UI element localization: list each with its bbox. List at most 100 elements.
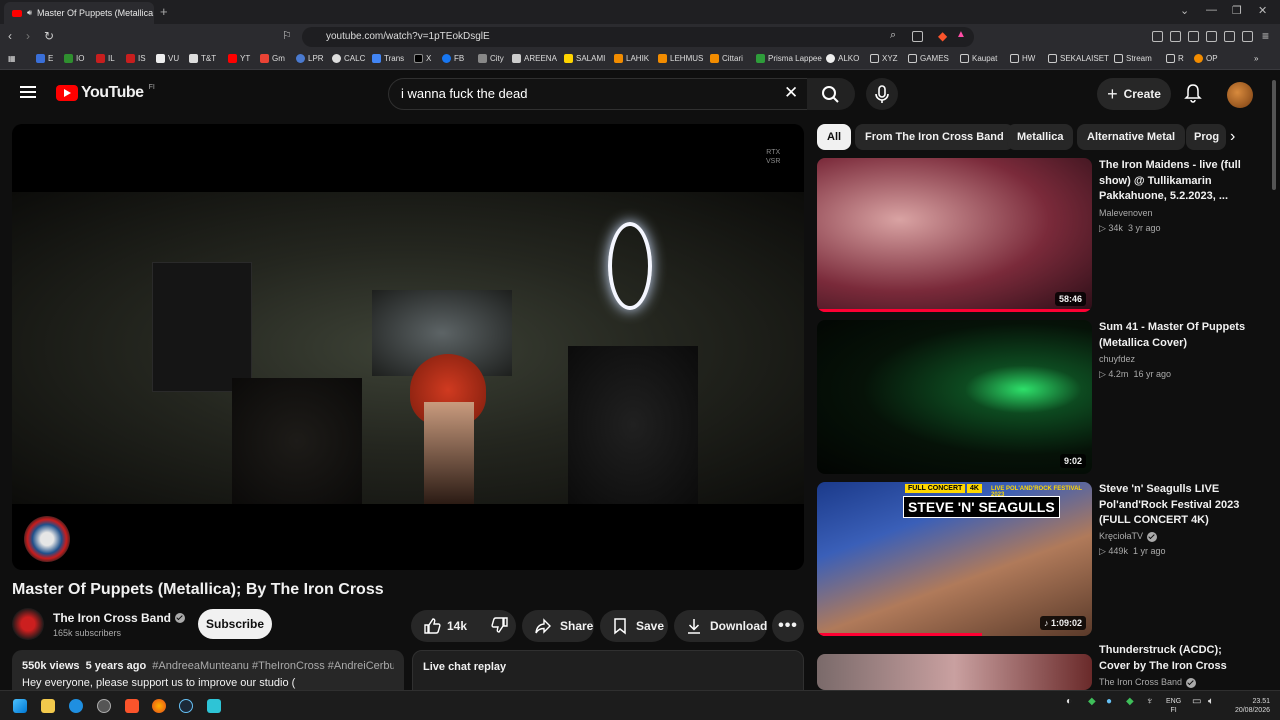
recommendation-title[interactable]: The Iron Maidens - live (full show) @ Tu… [1099, 158, 1249, 205]
menu-icon[interactable]: ≡ [1262, 29, 1269, 43]
tray-icon[interactable]: ◆ [1126, 697, 1134, 707]
recommendation-title[interactable]: Sum 41 - Master Of Puppets (Metallica Co… [1099, 320, 1249, 351]
recommendation-channel[interactable]: chuyfdez [1099, 352, 1135, 367]
save-button[interactable]: Save [600, 610, 668, 642]
reading-list-icon[interactable] [1170, 31, 1181, 42]
recommendation-title[interactable]: Thunderstruck (ACDC); Cover by The Iron … [1099, 643, 1249, 674]
address-bar[interactable]: youtube.com/watch?v=1pTEokDsglE [302, 27, 974, 47]
steam-icon[interactable] [179, 699, 193, 713]
forward-icon[interactable]: › [26, 29, 30, 43]
recommendation-thumbnail[interactable]: FULL CONCERT 4K LIVE POL'AND'ROCK FESTIV… [817, 482, 1092, 636]
recommendation-channel[interactable]: KręciołaTV [1099, 529, 1158, 544]
bookmark-item[interactable]: Cittari [710, 54, 743, 63]
browser-tab[interactable]: 🔊︎ Master Of Puppets (Metallica ✕ [4, 2, 154, 24]
start-windows-icon[interactable] [13, 699, 27, 713]
new-tab-button[interactable]: + [160, 4, 168, 19]
apps-icon[interactable]: ▦ [8, 54, 16, 63]
tray-icon[interactable]: ◆ [1088, 697, 1096, 707]
notepad-icon[interactable] [207, 699, 221, 713]
bookmark-item[interactable]: E [36, 54, 53, 63]
voice-search-button[interactable] [866, 78, 898, 110]
bookmark-item[interactable]: CALC [332, 54, 365, 63]
chips-next-arrow-icon[interactable]: › [1230, 128, 1235, 146]
bookmark-item[interactable]: YT [228, 54, 250, 63]
youtube-logo[interactable]: YouTube FI [56, 84, 155, 102]
bookmark-item[interactable]: FB [442, 54, 464, 63]
bookmark-item[interactable]: City [478, 54, 504, 63]
bookmark-item[interactable]: ALKO [826, 54, 859, 63]
bookmark-folder[interactable]: GAMES [908, 54, 949, 63]
bookmark-item[interactable]: LAHIK [614, 54, 649, 63]
channel-avatar[interactable] [12, 608, 44, 640]
bookmark-item[interactable]: IO [64, 54, 84, 63]
volume-icon[interactable]: 🔈︎ [1208, 697, 1214, 707]
chip-prog[interactable]: Prog [1186, 124, 1226, 150]
chrome-icon[interactable] [97, 699, 111, 713]
subscribe-button[interactable]: Subscribe [198, 609, 272, 639]
bookmark-folder[interactable]: SEKALAISET [1048, 54, 1109, 63]
download-button[interactable]: Download [674, 610, 767, 642]
reload-icon[interactable]: ↻ [44, 29, 54, 43]
guide-menu-icon[interactable] [20, 86, 36, 98]
notifications-bell-icon[interactable] [1184, 83, 1202, 108]
chip-all[interactable]: All [817, 124, 852, 150]
recommendation-thumbnail[interactable] [817, 654, 1092, 690]
steam-tray-icon[interactable]: ● [1106, 697, 1112, 707]
bookmark-item[interactable]: SALAMI [564, 54, 605, 63]
firefox-icon[interactable] [152, 699, 166, 713]
language-indicator[interactable]: ENG FI [1166, 697, 1181, 715]
bookmark-item[interactable]: OP [1194, 54, 1218, 63]
zoom-icon[interactable]: ⌕ [890, 29, 896, 42]
like-button[interactable]: 14k [423, 617, 467, 635]
create-button[interactable]: + Create [1097, 78, 1171, 110]
chip-metallica[interactable]: Metallica [1007, 124, 1074, 150]
clock[interactable]: 23.51 20/08/2026 [1228, 697, 1270, 715]
search-input[interactable]: i wanna fuck the dead [388, 78, 808, 110]
back-icon[interactable]: ‹ [8, 29, 12, 43]
leo-icon[interactable] [1224, 31, 1235, 42]
bookmark-item[interactable]: Prisma Lappee [756, 54, 822, 63]
tab-search-icon[interactable]: ⌄ [1180, 4, 1189, 17]
sidebar-icon[interactable] [1188, 31, 1199, 42]
bookmark-folder[interactable]: Kaupat [960, 54, 997, 63]
bookmark-folder[interactable]: HW [1010, 54, 1035, 63]
maximize-icon[interactable]: ❐ [1232, 4, 1242, 17]
bookmark-folder[interactable]: Stream [1114, 54, 1152, 63]
share-button[interactable]: Share [522, 610, 594, 642]
close-window-icon[interactable]: ✕ [1258, 4, 1267, 17]
bookmark-item[interactable]: VU [156, 54, 179, 63]
bookmark-item[interactable]: T&T [189, 54, 216, 63]
brave-icon[interactable] [125, 699, 139, 713]
wallet-icon[interactable] [1206, 31, 1217, 42]
video-player[interactable]: RTX VSR [12, 124, 804, 570]
bookmark-item[interactable]: X [414, 54, 431, 63]
chip-alternative-metal[interactable]: Alternative Metal [1077, 124, 1186, 150]
bookmark-item[interactable]: Trans [372, 54, 404, 63]
brave-rewards-icon[interactable]: ▲ [956, 29, 966, 40]
cast-icon[interactable] [912, 31, 923, 42]
brave-shields-icon[interactable]: ◆ [938, 29, 947, 43]
recommendation-title[interactable]: Steve 'n' Seagulls LIVE Pol'and'Rock Fes… [1099, 482, 1249, 529]
bookmark-item[interactable]: AREENA [512, 54, 557, 63]
recommendation-channel[interactable]: Malevenoven [1099, 206, 1153, 221]
vpn-icon[interactable] [1242, 31, 1253, 42]
account-avatar[interactable] [1227, 82, 1253, 108]
network-icon[interactable]: ▭ [1192, 697, 1201, 707]
more-bookmarks-icon[interactable]: » [1254, 54, 1258, 63]
chip-from-channel[interactable]: From The Iron Cross Band [855, 124, 1014, 150]
bookmark-item[interactable]: Gm [260, 54, 285, 63]
recommendation-thumbnail[interactable]: 58:46 [817, 158, 1092, 312]
clear-search-icon[interactable]: ✕ [784, 83, 798, 103]
minimize-icon[interactable]: — [1206, 4, 1217, 16]
bookmark-item[interactable]: XYZ [870, 54, 898, 63]
tray-icon[interactable]: ♆ [1146, 697, 1154, 707]
bookmark-item[interactable]: LEHMUS [658, 54, 703, 63]
dislike-button[interactable] [491, 616, 509, 637]
search-button[interactable] [807, 78, 855, 110]
speaker-icon[interactable]: 🔊︎ [27, 8, 32, 18]
bookmark-item[interactable]: IL [96, 54, 115, 63]
tray-icon[interactable]: ◐ [1066, 697, 1072, 707]
file-explorer-icon[interactable] [41, 699, 55, 713]
recommendation-channel[interactable]: The Iron Cross Band [1099, 675, 1197, 690]
recommendation-thumbnail[interactable]: 9:02 [817, 320, 1092, 474]
